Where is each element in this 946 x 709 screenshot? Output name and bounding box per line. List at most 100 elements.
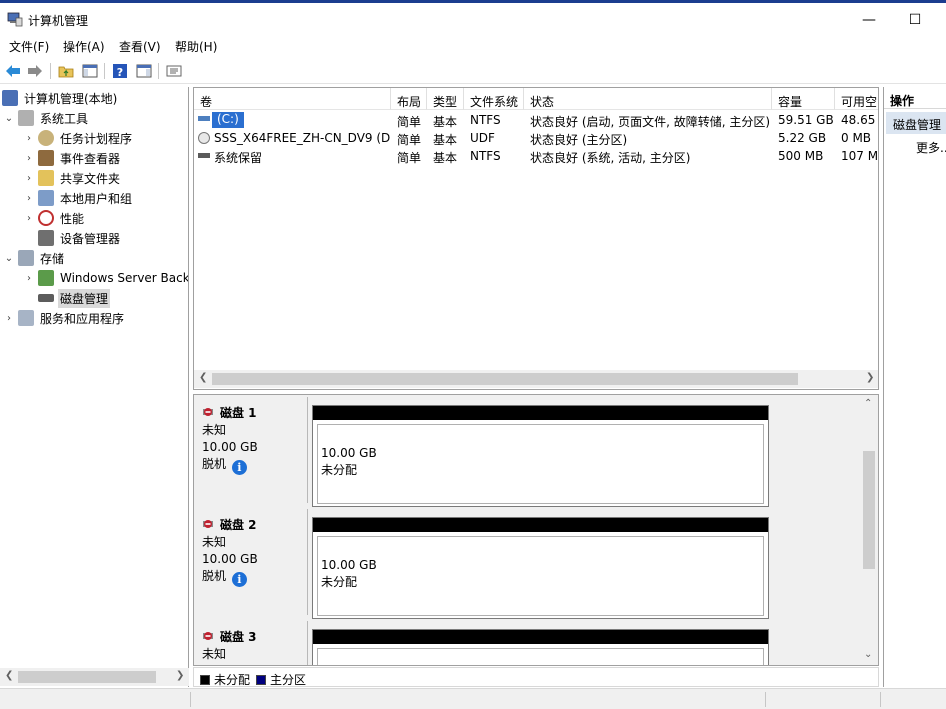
table-row[interactable]: (C:) 简单 基本 NTFS 状态良好 (启动, 页面文件, 故障转储, 主分…	[194, 111, 878, 129]
table-row[interactable]: 系统保留 简单 基本 NTFS 状态良好 (系统, 活动, 主分区) 500 M…	[194, 147, 878, 165]
volume-icon	[198, 116, 210, 121]
computer-management-icon	[2, 90, 18, 106]
event-viewer-icon	[38, 150, 54, 166]
tree-item-system-tools[interactable]: ⌄ 系统工具	[2, 108, 90, 128]
title-bar: 计算机管理 — ☐	[0, 0, 946, 34]
menu-view[interactable]: 查看(V)	[119, 38, 161, 55]
dvd-icon	[198, 132, 210, 144]
tree-item-windows-backup[interactable]: › Windows Server Back	[22, 268, 188, 288]
tree-item-event-viewer[interactable]: › 事件查看器	[22, 148, 122, 168]
menu-bar: 文件(F) 操作(A) 查看(V) 帮助(H)	[0, 34, 946, 56]
tree-item-services-apps[interactable]: › 服务和应用程序	[2, 308, 126, 328]
scrollbar-thumb[interactable]	[863, 451, 875, 569]
column-header-volume[interactable]: 卷	[194, 88, 391, 110]
chevron-right-icon[interactable]: ›	[22, 153, 36, 164]
chevron-right-icon[interactable]: ›	[22, 133, 36, 144]
menu-file[interactable]: 文件(F)	[9, 38, 49, 55]
scroll-up-icon[interactable]: ⌃	[864, 398, 872, 409]
back-icon[interactable]	[3, 61, 23, 81]
forward-icon[interactable]	[25, 61, 45, 81]
disk-card[interactable]: 磁盘 1 未知 10.00 GB 脱机 i 10.00 GB 未分配	[194, 395, 769, 507]
backup-icon	[38, 270, 54, 286]
tree-item-storage[interactable]: ⌄ 存储	[2, 248, 66, 268]
partition-unallocated[interactable]: 10.00 GB 未分配	[312, 517, 769, 619]
performance-icon	[38, 210, 54, 226]
tree-item-shared-folders[interactable]: › 共享文件夹	[22, 168, 122, 188]
tree-item-task-scheduler[interactable]: › 任务计划程序	[22, 128, 134, 148]
properties-icon[interactable]	[164, 61, 184, 81]
device-manager-icon	[38, 230, 54, 246]
disk-management-icon	[38, 294, 54, 302]
volume-list-hscrollbar[interactable]: ❮ ❯	[194, 370, 878, 388]
chevron-right-icon[interactable]: ›	[22, 173, 36, 184]
tree-item-device-manager[interactable]: 设备管理器	[36, 228, 122, 248]
scrollbar-thumb[interactable]	[212, 373, 798, 385]
partition-color-bar	[313, 406, 768, 420]
partition-unallocated[interactable]: 10.00 GB 未分配	[312, 405, 769, 507]
chevron-right-icon[interactable]: ›	[22, 273, 36, 284]
show-hide-console-tree-icon[interactable]	[80, 61, 100, 81]
disk-offline-icon	[203, 520, 213, 528]
volume-list: 卷 布局 类型 文件系统 状态 容量 可用空 (C:) 简单 基本 NTFS 状…	[193, 87, 879, 390]
disk-view-vscrollbar[interactable]: ⌃ ⌄	[860, 395, 878, 665]
chevron-right-icon[interactable]: ›	[2, 313, 16, 324]
show-action-pane-icon[interactable]	[134, 61, 154, 81]
chevron-right-icon[interactable]: ›	[22, 213, 36, 224]
column-header-type[interactable]: 类型	[427, 88, 464, 110]
tree-item-root[interactable]: 计算机管理(本地)	[2, 88, 119, 108]
disk-label[interactable]: 磁盘 3 未知	[196, 621, 308, 665]
help-icon[interactable]: ?	[110, 61, 130, 81]
shared-folder-icon	[38, 170, 54, 186]
menu-action[interactable]: 操作(A)	[63, 38, 105, 55]
up-folder-icon[interactable]	[56, 61, 76, 81]
column-header-free[interactable]: 可用空	[835, 88, 878, 110]
scroll-down-icon[interactable]: ⌄	[864, 649, 872, 660]
actions-disk-management[interactable]: 磁盘管理	[886, 112, 946, 134]
info-icon[interactable]: i	[231, 572, 247, 587]
tree-item-local-users[interactable]: › 本地用户和组	[22, 188, 134, 208]
menu-help[interactable]: 帮助(H)	[175, 38, 217, 55]
scrollbar-thumb[interactable]	[18, 671, 156, 683]
chevron-right-icon[interactable]: ›	[22, 193, 36, 204]
column-header-layout[interactable]: 布局	[391, 88, 427, 110]
tree-item-performance[interactable]: › 性能	[22, 208, 86, 228]
info-icon[interactable]: i	[231, 460, 247, 475]
chevron-down-icon[interactable]: ⌄	[2, 253, 16, 264]
volume-icon	[198, 153, 210, 158]
actions-pane: 操作 磁盘管理 更多...	[883, 87, 946, 687]
storage-icon	[18, 250, 34, 266]
disk-graphical-view: 磁盘 1 未知 10.00 GB 脱机 i 10.00 GB 未分配 磁盘 2 …	[193, 394, 879, 666]
chevron-down-icon[interactable]: ⌄	[2, 113, 16, 124]
column-header-capacity[interactable]: 容量	[772, 88, 835, 110]
tools-icon	[18, 110, 34, 126]
services-icon	[18, 310, 34, 326]
maximize-button[interactable]: ☐	[892, 6, 938, 34]
disk-label[interactable]: 磁盘 2 未知 10.00 GB 脱机 i	[196, 509, 308, 615]
partition-unallocated[interactable]	[312, 629, 769, 665]
disk-card[interactable]: 磁盘 3 未知	[194, 619, 769, 665]
scroll-left-icon[interactable]: ❮	[199, 372, 207, 383]
window-title: 计算机管理	[28, 14, 89, 28]
scroll-left-icon[interactable]: ❮	[5, 670, 13, 681]
toolbar: ?	[0, 58, 946, 84]
actions-more-link[interactable]: 更多...	[916, 139, 946, 156]
disk-legend: 未分配 主分区	[193, 667, 879, 687]
actions-header: 操作	[884, 87, 946, 109]
svg-text:?: ?	[117, 66, 123, 79]
disk-label[interactable]: 磁盘 1 未知 10.00 GB 脱机 i	[196, 397, 308, 503]
users-icon	[38, 190, 54, 206]
scroll-right-icon[interactable]: ❯	[866, 372, 874, 383]
clock-icon	[38, 130, 54, 146]
tree-hscrollbar[interactable]: ❮ ❯	[0, 668, 189, 686]
disk-offline-icon	[203, 408, 213, 416]
partition-color-bar	[313, 630, 768, 644]
minimize-button[interactable]: —	[846, 6, 892, 34]
column-header-status[interactable]: 状态	[524, 88, 772, 110]
console-tree: 计算机管理(本地) ⌄ 系统工具 › 任务计划程序 › 事件查看器 › 共享文件…	[0, 87, 189, 687]
column-header-filesystem[interactable]: 文件系统	[464, 88, 524, 110]
disk-card[interactable]: 磁盘 2 未知 10.00 GB 脱机 i 10.00 GB 未分配	[194, 507, 769, 619]
unallocated-swatch	[200, 675, 210, 685]
scroll-right-icon[interactable]: ❯	[176, 670, 184, 681]
table-row[interactable]: SSS_X64FREE_ZH-CN_DV9 (D:) 简单 基本 UDF 状态良…	[194, 129, 878, 147]
tree-item-disk-management[interactable]: 磁盘管理	[36, 288, 111, 308]
